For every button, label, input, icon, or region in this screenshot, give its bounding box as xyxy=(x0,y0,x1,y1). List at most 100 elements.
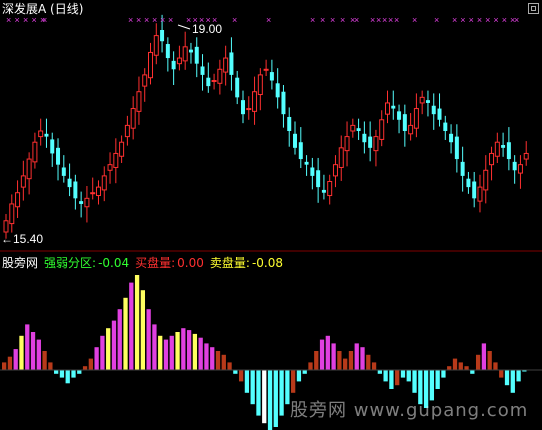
signal-marker: × xyxy=(382,15,387,25)
candle-body xyxy=(501,145,506,148)
indicator-bar xyxy=(475,354,481,370)
candle-body xyxy=(449,133,454,143)
indicator-bar xyxy=(111,320,117,370)
indicator-bar xyxy=(238,370,244,382)
indicator-name: 股旁网 xyxy=(2,256,39,270)
candle-body xyxy=(119,141,125,157)
candle-body xyxy=(391,105,396,109)
candle-body xyxy=(240,100,245,115)
signal-marker: × xyxy=(152,15,157,25)
strength-label: 强弱分区: xyxy=(44,256,97,270)
chart-title: 深发展A (日线) xyxy=(2,2,84,16)
chart-canvas: × × × × ×× × × × × × × × × × × × × × × × × × ×× × × × × × × × × × × × × × × ×… xyxy=(0,14,542,430)
indicator-bar xyxy=(175,332,180,370)
indicator-bar xyxy=(493,362,498,370)
indicator-bar xyxy=(487,351,492,370)
signal-marker: × xyxy=(128,15,133,25)
signal-marker: × xyxy=(376,15,381,25)
signal-marker: × xyxy=(330,15,335,25)
signal-marker: × xyxy=(477,15,482,25)
candle-body xyxy=(362,133,367,143)
candle-body xyxy=(310,167,315,176)
candle-body xyxy=(26,158,32,180)
indicator-bar xyxy=(412,370,417,393)
signal-marker: × xyxy=(136,15,141,25)
signal-marker: × xyxy=(460,15,465,25)
indicator-bar xyxy=(314,351,319,370)
indicator-bar xyxy=(158,335,163,370)
indicator-bar xyxy=(400,370,406,378)
indicator-bar xyxy=(169,335,174,370)
candle-body xyxy=(356,128,361,131)
indicator-bar xyxy=(441,370,446,378)
indicator-bar xyxy=(215,351,221,370)
candle-body xyxy=(443,122,448,131)
indicator-bar xyxy=(302,370,307,374)
candle-body xyxy=(293,133,298,148)
indicator-bar xyxy=(285,370,290,405)
indicator-bar xyxy=(360,347,365,370)
signal-marker: × xyxy=(15,15,20,25)
indicator-bar xyxy=(233,370,238,374)
candle-body xyxy=(437,108,442,120)
candle-body xyxy=(182,46,188,62)
indicator-bar xyxy=(221,354,226,370)
signal-marker: × xyxy=(32,15,37,25)
watermark: 股旁网 www.gupang.com xyxy=(290,400,529,421)
candle-body xyxy=(95,186,101,197)
candle-body xyxy=(338,147,344,168)
max-price-arrow xyxy=(177,24,191,30)
candle-body xyxy=(61,167,66,176)
candle-body xyxy=(44,133,49,137)
indicator-bar xyxy=(262,370,267,424)
candle-body xyxy=(402,114,407,131)
candle-body xyxy=(397,111,402,120)
candle-body xyxy=(281,91,286,115)
indicator-bar xyxy=(186,330,192,370)
candle-body xyxy=(275,83,280,98)
candle-body xyxy=(73,181,78,199)
candle-body xyxy=(130,108,136,129)
indicator-bar xyxy=(25,324,30,370)
signal-marker-layer: × × × × ×× × × × × × × × × × × × × × × × × × ×× × × × × × × × × × × × × × × ×… xyxy=(6,15,519,25)
signal-marker: × xyxy=(502,15,507,25)
candle-body xyxy=(327,181,333,197)
indicator-bar xyxy=(59,370,65,378)
window-toggle-button[interactable] xyxy=(528,3,539,14)
candle-body xyxy=(379,119,385,140)
indicator-bar xyxy=(100,335,105,370)
candle-body xyxy=(512,161,517,171)
indicator-bar xyxy=(192,333,198,370)
candle-body xyxy=(200,66,205,75)
strength-value: -0.04 xyxy=(98,256,130,270)
signal-marker: × xyxy=(354,15,359,25)
candle-body xyxy=(373,136,379,152)
candle-body xyxy=(316,170,321,188)
indicator-bar xyxy=(88,358,93,370)
indicator-bar xyxy=(198,337,203,370)
signal-marker: × xyxy=(412,15,417,25)
indicator-bar xyxy=(7,356,13,370)
candle-body xyxy=(332,164,338,177)
candle-body xyxy=(506,142,511,160)
indicator-bar xyxy=(499,370,504,378)
signal-marker: × xyxy=(485,15,490,25)
signal-marker: × xyxy=(266,15,271,25)
signal-marker: × xyxy=(310,15,315,25)
indicator-bar xyxy=(273,370,278,427)
indicator-bar xyxy=(279,370,284,416)
indicator-bar xyxy=(395,370,400,386)
candle-body xyxy=(257,74,263,96)
candle-body xyxy=(489,152,495,166)
signal-marker: × xyxy=(434,15,439,25)
indicator-bar xyxy=(325,335,330,370)
indicator-bar xyxy=(36,339,41,370)
candle-body xyxy=(32,141,38,163)
candle-body xyxy=(269,72,274,81)
candle-body xyxy=(188,49,193,53)
indicator-bar xyxy=(123,297,128,370)
signal-marker: × xyxy=(232,15,237,25)
candle-body xyxy=(153,35,159,56)
indicator-bar xyxy=(389,370,394,389)
indicator-bar xyxy=(140,290,146,370)
